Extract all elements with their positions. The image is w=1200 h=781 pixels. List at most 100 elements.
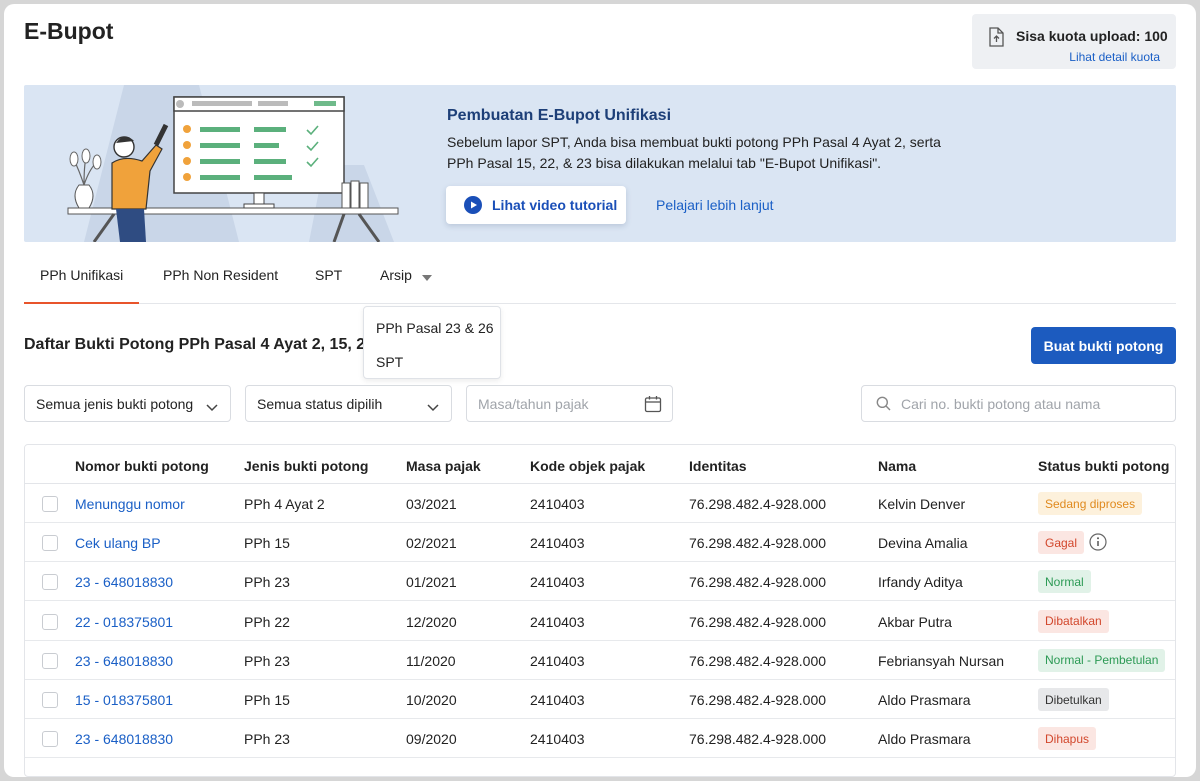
cell-masa: 03/2021: [406, 496, 457, 512]
cell-nama: Kelvin Denver: [878, 496, 966, 512]
row-checkbox[interactable]: [42, 692, 58, 708]
cell-masa: 02/2021: [406, 535, 457, 552]
tab-bar: PPh Unifikasi PPh Non Resident SPT Arsip: [24, 256, 1176, 304]
row-checkbox[interactable]: [42, 731, 58, 748]
cell-nama: Aldo Prasmara: [878, 692, 971, 708]
quota-label: Sisa kuota upload: 100: [1016, 28, 1168, 44]
tab-arsip[interactable]: Arsip: [380, 267, 432, 304]
table-row: 23 - 648018830 PPh 23 11/2020 2410403 76.298…: [25, 641, 1175, 680]
cell-identitas: 76.298.482.4-928.000: [689, 731, 827, 748]
banner-illustration: [67, 85, 399, 242]
header-nama: Nama: [878, 458, 917, 474]
tab-arsip-label: Arsip: [380, 267, 412, 283]
dropdown-option-spt[interactable]: SPT: [376, 354, 403, 370]
chevron-down-icon: [206, 399, 218, 415]
upload-quota-card: Sisa kuota upload: 100 Lihat detail kuot…: [972, 14, 1176, 69]
cell-nomor-link[interactable]: 15 - 018375801: [75, 692, 173, 708]
calendar-icon: [644, 395, 662, 416]
row-checkbox[interactable]: [42, 652, 58, 669]
status-select[interactable]: Semua status dipilih: [245, 385, 452, 422]
quota-detail-link[interactable]: Lihat detail kuota: [1069, 50, 1160, 64]
page-title: E-Bupot: [24, 18, 114, 44]
cell-nomor-link[interactable]: 23 - 648018830: [75, 731, 173, 747]
info-icon[interactable]: [1089, 533, 1107, 554]
cell-jenis: PPh 23: [244, 574, 290, 591]
cell-jenis: PPh 22: [244, 613, 290, 630]
cell-masa: 09/2020: [406, 731, 457, 748]
tab-spt[interactable]: SPT: [315, 267, 342, 304]
cell-nomor-link[interactable]: Menunggu nomor: [75, 496, 185, 512]
jenis-select-value: Semua jenis bukti potong: [36, 395, 194, 412]
cell-kode: 2410403: [530, 535, 585, 552]
cell-masa: 11/2020: [406, 652, 456, 669]
row-checkbox[interactable]: [42, 535, 58, 552]
row-checkbox[interactable]: [42, 613, 58, 630]
jenis-bukti-potong-select[interactable]: Semua jenis bukti potong: [24, 385, 231, 422]
status-badge: Dihapus: [1038, 727, 1097, 751]
cell-kode: 2410403: [530, 692, 585, 708]
table-row: 22 - 018375801 PPh 22 12/2020 2410403 76.298…: [25, 602, 1175, 641]
cell-jenis: PPh 15: [244, 692, 290, 708]
status-badge: Dibatalkan: [1038, 609, 1109, 633]
status-badge: Dibetulkan: [1038, 688, 1109, 711]
banner-title: Pembuatan E-Bupot Unifikasi: [447, 107, 672, 124]
status-badge: Normal - Pembetulan: [1038, 648, 1166, 672]
cell-nama: Akbar Putra: [878, 613, 952, 630]
search-input[interactable]: Cari no. bukti potong atau nama: [861, 385, 1176, 422]
status-badge: Sedang diproses: [1038, 492, 1143, 515]
cell-masa: 12/2020: [406, 613, 457, 630]
cell-masa: 10/2020: [406, 692, 457, 708]
header-kode: Kode objek pajak: [530, 458, 646, 474]
cell-nomor-link[interactable]: 22 - 018375801: [75, 614, 173, 630]
play-circle-icon: [464, 196, 482, 214]
video-tutorial-button[interactable]: Lihat video tutorial: [446, 186, 626, 224]
table-row: 23 - 648018830 PPh 23 01/2021 2410403 76.298…: [25, 562, 1175, 602]
info-banner: Pembuatan E-Bupot Unifikasi Sebelum lapo…: [24, 85, 1176, 242]
masa-tahun-pajak-picker[interactable]: Masa/tahun pajak: [466, 385, 673, 422]
cell-jenis: PPh 15: [244, 535, 290, 552]
cell-identitas: 76.298.482.4-928.000: [689, 496, 827, 512]
row-checkbox[interactable]: [42, 496, 58, 512]
tab-pph-unifikasi[interactable]: PPh Unifikasi: [24, 267, 139, 304]
cell-jenis: PPh 4 Ayat 2: [244, 496, 325, 512]
header-identitas: Identitas: [689, 458, 747, 474]
table-row: 15 - 018375801 PPh 15 10/2020 2410403 76.298…: [25, 680, 1175, 719]
status-badge: Normal: [1038, 570, 1091, 594]
table-header: Nomor bukti potong Jenis bukti potong Ma…: [25, 445, 1175, 484]
table-row: 23 - 648018830 PPh 23 09/2020 2410403 76.298…: [25, 719, 1175, 759]
cell-identitas: 76.298.482.4-928.000: [689, 692, 827, 708]
cell-identitas: 76.298.482.4-928.000: [689, 535, 827, 552]
header-masa: Masa pajak: [406, 458, 481, 474]
cell-identitas: 76.298.482.4-928.000: [689, 613, 827, 630]
masa-picker-placeholder: Masa/tahun pajak: [478, 395, 589, 412]
cell-kode: 2410403: [530, 613, 585, 630]
chevron-down-icon: [427, 399, 439, 415]
header-jenis: Jenis bukti potong: [244, 458, 369, 474]
table-row: Menunggu nomor PPh 4 Ayat 2 03/2021 2410403…: [25, 484, 1175, 523]
row-checkbox[interactable]: [42, 574, 58, 591]
status-badge: Gagal: [1038, 531, 1085, 555]
search-placeholder: Cari no. bukti potong atau nama: [901, 395, 1101, 412]
cell-kode: 2410403: [530, 496, 585, 512]
learn-more-link[interactable]: Pelajari lebih lanjut: [656, 197, 774, 213]
create-bukti-potong-button[interactable]: Buat bukti potong: [1031, 327, 1176, 364]
cell-nomor-link[interactable]: 23 - 648018830: [75, 574, 173, 590]
dropdown-option-pph-23-26[interactable]: PPh Pasal 23 & 26: [376, 320, 494, 336]
cell-masa: 01/2021: [406, 574, 457, 591]
banner-description: Sebelum lapor SPT, Anda bisa membuat buk…: [447, 134, 941, 171]
header-status: Status bukti potong: [1038, 458, 1170, 474]
cell-kode: 2410403: [530, 731, 585, 748]
cell-nama: Aldo Prasmara: [878, 731, 971, 748]
status-select-value: Semua status dipilih: [257, 395, 383, 412]
cell-nomor-link[interactable]: Cek ulang BP: [75, 535, 161, 551]
upload-document-icon: [988, 27, 1004, 50]
bukti-potong-table: Nomor bukti potong Jenis bukti potong Ma…: [24, 444, 1176, 777]
cell-jenis: PPh 23: [244, 731, 290, 748]
tab-pph-non-resident[interactable]: PPh Non Resident: [163, 267, 278, 304]
cell-nama: Devina Amalia: [878, 535, 968, 552]
search-icon: [876, 396, 891, 414]
header-nomor: Nomor bukti potong: [75, 458, 209, 474]
list-title: Daftar Bukti Potong PPh Pasal 4 Ayat 2, …: [24, 336, 364, 353]
cell-jenis: PPh 23: [244, 652, 290, 669]
cell-nomor-link[interactable]: 23 - 648018830: [75, 653, 173, 669]
